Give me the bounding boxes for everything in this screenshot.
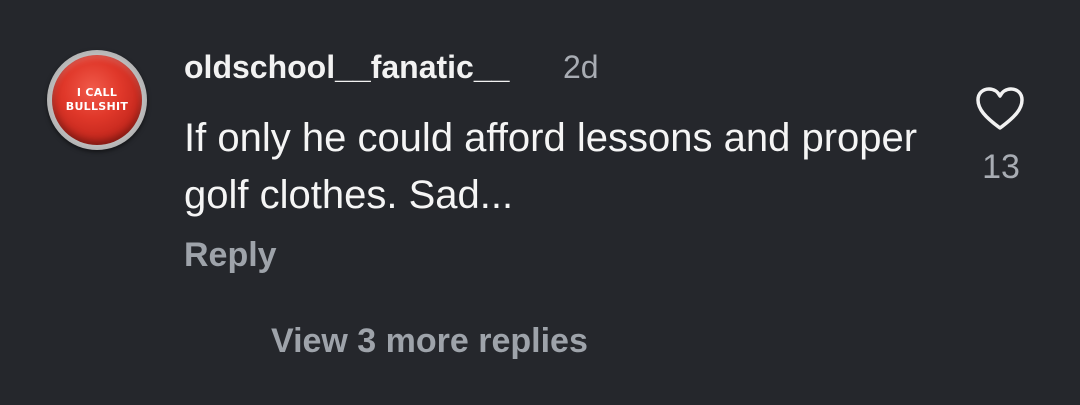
avatar[interactable]: I CALL BULLSHIT [47, 50, 147, 150]
timestamp: 2d [563, 49, 599, 85]
view-more-replies-button[interactable]: View 3 more replies [271, 322, 588, 361]
avatar-text-line2: BULLSHIT [65, 100, 129, 113]
heart-icon[interactable] [975, 86, 1025, 132]
username[interactable]: oldschool__fanatic__ [184, 49, 509, 86]
like-count: 13 [982, 148, 1020, 186]
avatar-text-line1: I CALL [76, 86, 118, 99]
reply-button[interactable]: Reply [184, 236, 277, 275]
avatar-button-graphic: I CALL BULLSHIT [52, 55, 142, 145]
comment-text: If only he could afford lessons and prop… [184, 116, 918, 217]
